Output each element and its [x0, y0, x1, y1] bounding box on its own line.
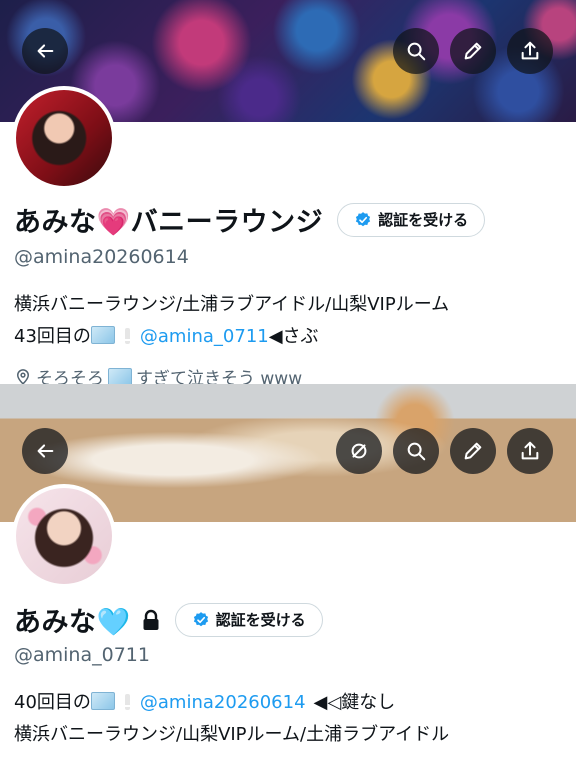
search-icon [407, 42, 426, 61]
verified-badge-icon [193, 611, 208, 626]
bio-text: 40回目の [14, 692, 91, 713]
exclamation-emoji-icon [124, 328, 130, 344]
handle: @amina20260614 [14, 246, 189, 268]
location-text: そろそろ [36, 369, 104, 384]
bio-text: 43回目の [14, 326, 91, 347]
location-text-suffix: すぎて泣きそう www [136, 369, 303, 384]
verified-badge-icon [356, 211, 371, 226]
bio-text: ◀さぶ [268, 326, 319, 347]
location: そろそろ すぎて泣きそう www [14, 364, 302, 384]
bio-line-2: 43回目の @amina_0711◀さぶ [14, 322, 319, 352]
edit-pencil-icon [464, 42, 482, 60]
exclamation-emoji-icon [124, 694, 130, 710]
verify-label: 認証を受ける [378, 211, 469, 229]
share-button[interactable] [507, 428, 553, 474]
avatar[interactable] [12, 484, 116, 588]
share-icon [521, 441, 539, 460]
grok-icon [351, 443, 367, 459]
search-button[interactable] [393, 428, 439, 474]
back-button[interactable] [22, 28, 68, 74]
search-icon [407, 442, 426, 461]
back-button[interactable] [22, 428, 68, 474]
bio-line-1: 横浜バニーラウンジ/土浦ラブアイドル/山梨VIPルーム [14, 294, 450, 315]
share-icon [521, 41, 539, 60]
mention-link[interactable]: @amina20260614 [140, 692, 306, 713]
edit-button[interactable] [450, 28, 496, 74]
back-arrow-icon [37, 44, 54, 58]
location-pin-icon [16, 368, 30, 384]
get-verified-button[interactable]: 認証を受ける [337, 202, 486, 237]
edit-button[interactable] [450, 428, 496, 474]
mention-link[interactable]: @amina_0711 [140, 326, 269, 347]
bio-line-1: 40回目の @amina20260614 ◀◁鍵なし [14, 688, 395, 718]
bio-text: ◀◁鍵なし [313, 692, 396, 713]
handle: @amina_0711 [14, 644, 150, 666]
back-arrow-icon [37, 444, 54, 458]
verify-label: 認証を受ける [215, 611, 306, 629]
ice-emoji-icon [108, 367, 132, 384]
display-name: あみな🩵 [14, 607, 131, 638]
ice-emoji-icon [90, 326, 115, 344]
search-button[interactable] [393, 28, 439, 74]
profile-screenshot-main: あみな💗バニーラウンジ 認証を受ける @amina20260614 横浜バニーラ… [0, 0, 576, 384]
lock-icon [143, 609, 159, 630]
display-name: あみな💗バニーラウンジ [14, 207, 324, 238]
grok-button[interactable] [336, 428, 382, 474]
share-button[interactable] [507, 28, 553, 74]
profile-screenshot-sub: あみな🩵 認証を受ける @amina_0711 40回目の @amina20260… [0, 384, 576, 768]
get-verified-button[interactable]: 認証を受ける [174, 602, 323, 637]
avatar[interactable] [12, 86, 116, 190]
ice-emoji-icon [90, 692, 115, 710]
edit-pencil-icon [464, 442, 482, 460]
bio-line-2: 横浜バニーラウンジ/山梨VIPルーム/土浦ラブアイドル [14, 724, 450, 745]
